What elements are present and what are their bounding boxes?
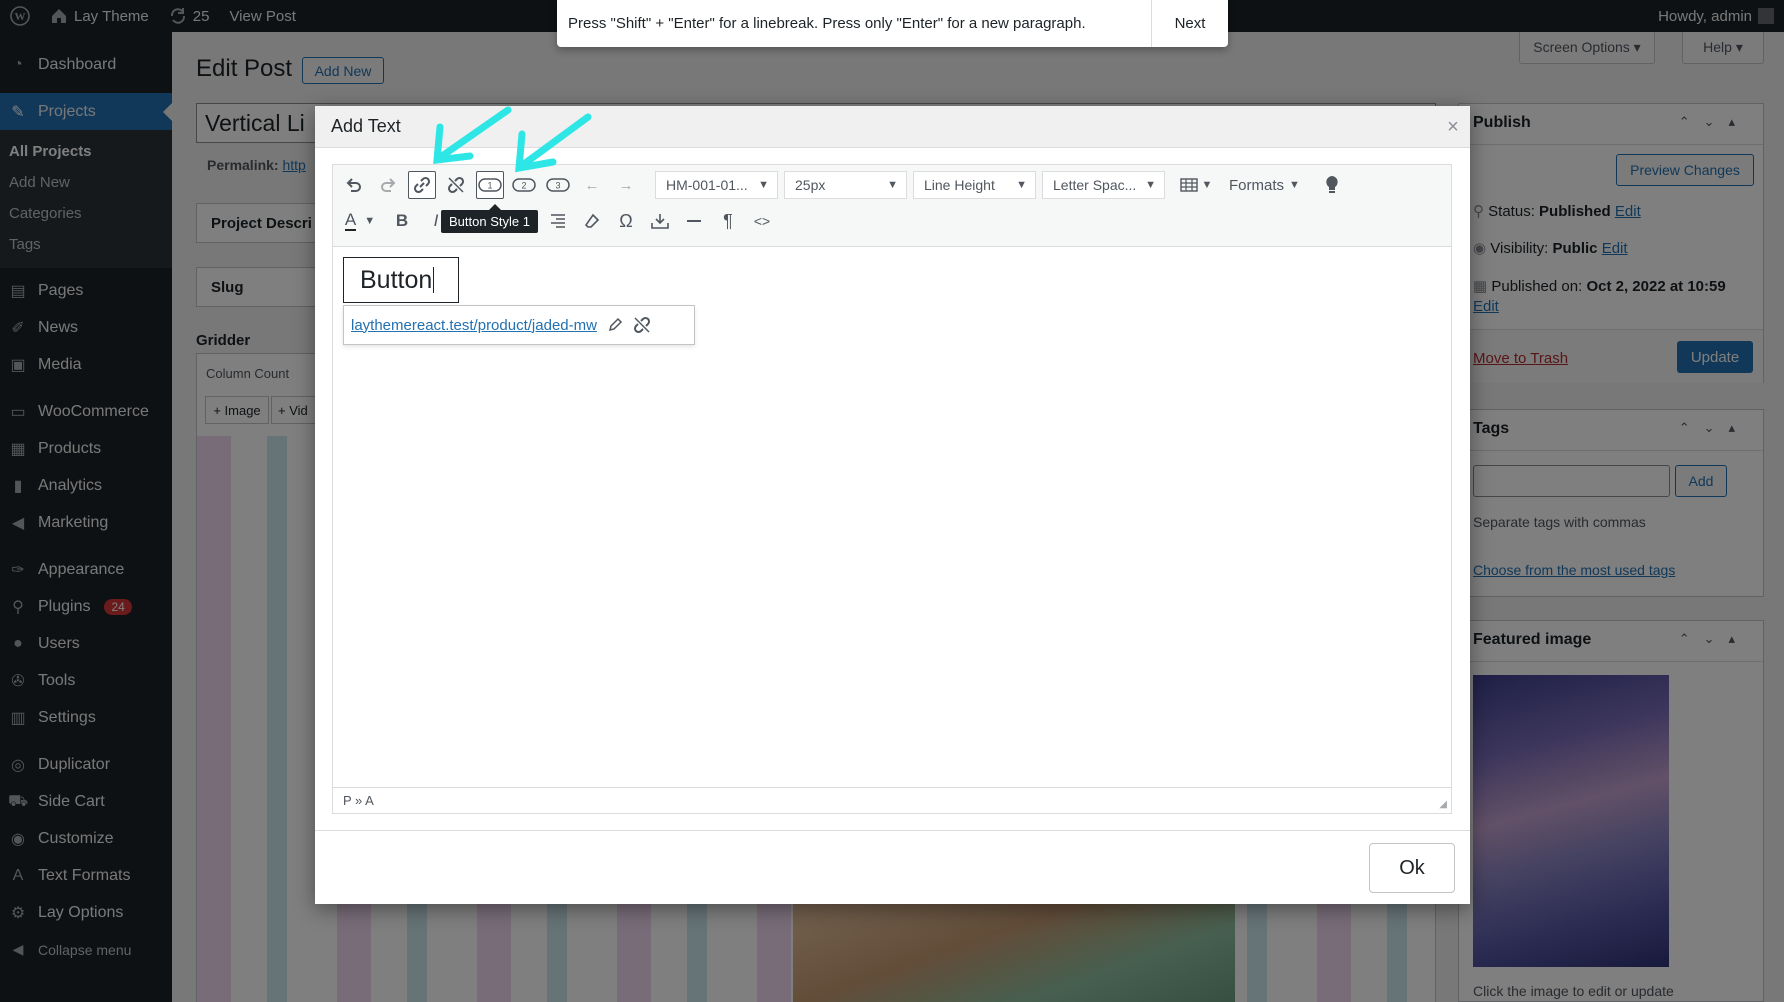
- next-button[interactable]: Next: [1151, 0, 1228, 47]
- hint-text: Press "Shift" + "Enter" for a linebreak.…: [568, 15, 1086, 32]
- arrow-to-button-style-icon: [515, 113, 592, 173]
- annotation-arrows: [433, 106, 592, 173]
- hint-banner: Press "Shift" + "Enter" for a linebreak.…: [557, 0, 1228, 47]
- arrow-to-link-icon: [433, 106, 512, 164]
